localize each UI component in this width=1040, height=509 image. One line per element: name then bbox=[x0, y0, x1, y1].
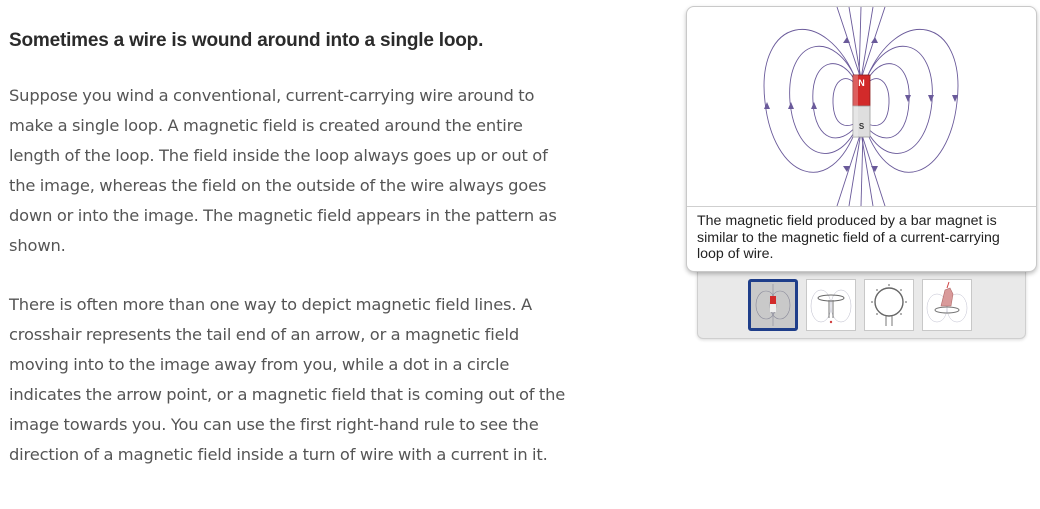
thumbnail-bar-magnet[interactable] bbox=[748, 279, 798, 331]
bar-magnet-thumb-icon bbox=[751, 282, 795, 328]
section-heading: Sometimes a wire is wound around into a … bbox=[9, 30, 484, 51]
thumbnail-current-loop[interactable] bbox=[806, 279, 856, 331]
thumbnail-wire-ring[interactable] bbox=[864, 279, 914, 331]
article-text: Sometimes a wire is wound around into a … bbox=[9, 24, 569, 470]
paragraph-field-notation: There is often more than one way to depi… bbox=[9, 295, 566, 464]
wire-ring-thumb-icon bbox=[865, 280, 913, 330]
figure-caption: The magnetic field produced by a bar mag… bbox=[697, 213, 1000, 262]
hand-rule-thumb-icon bbox=[923, 280, 971, 330]
north-pole-label: N bbox=[858, 78, 865, 88]
bar-magnet-field-image[interactable]: N S bbox=[687, 7, 1036, 207]
figure-card: N S The magnetic field produced by a bar… bbox=[686, 6, 1037, 272]
south-pole-label: S bbox=[859, 122, 865, 131]
paragraph-loop-field: Suppose you wind a conventional, current… bbox=[9, 86, 557, 255]
current-loop-thumb-icon bbox=[807, 280, 855, 330]
field-lines-diagram: N S bbox=[763, 7, 959, 207]
bar-magnet: N S bbox=[852, 74, 871, 138]
thumbnail-hand-rule[interactable] bbox=[922, 279, 972, 331]
caption-divider bbox=[687, 206, 1036, 207]
